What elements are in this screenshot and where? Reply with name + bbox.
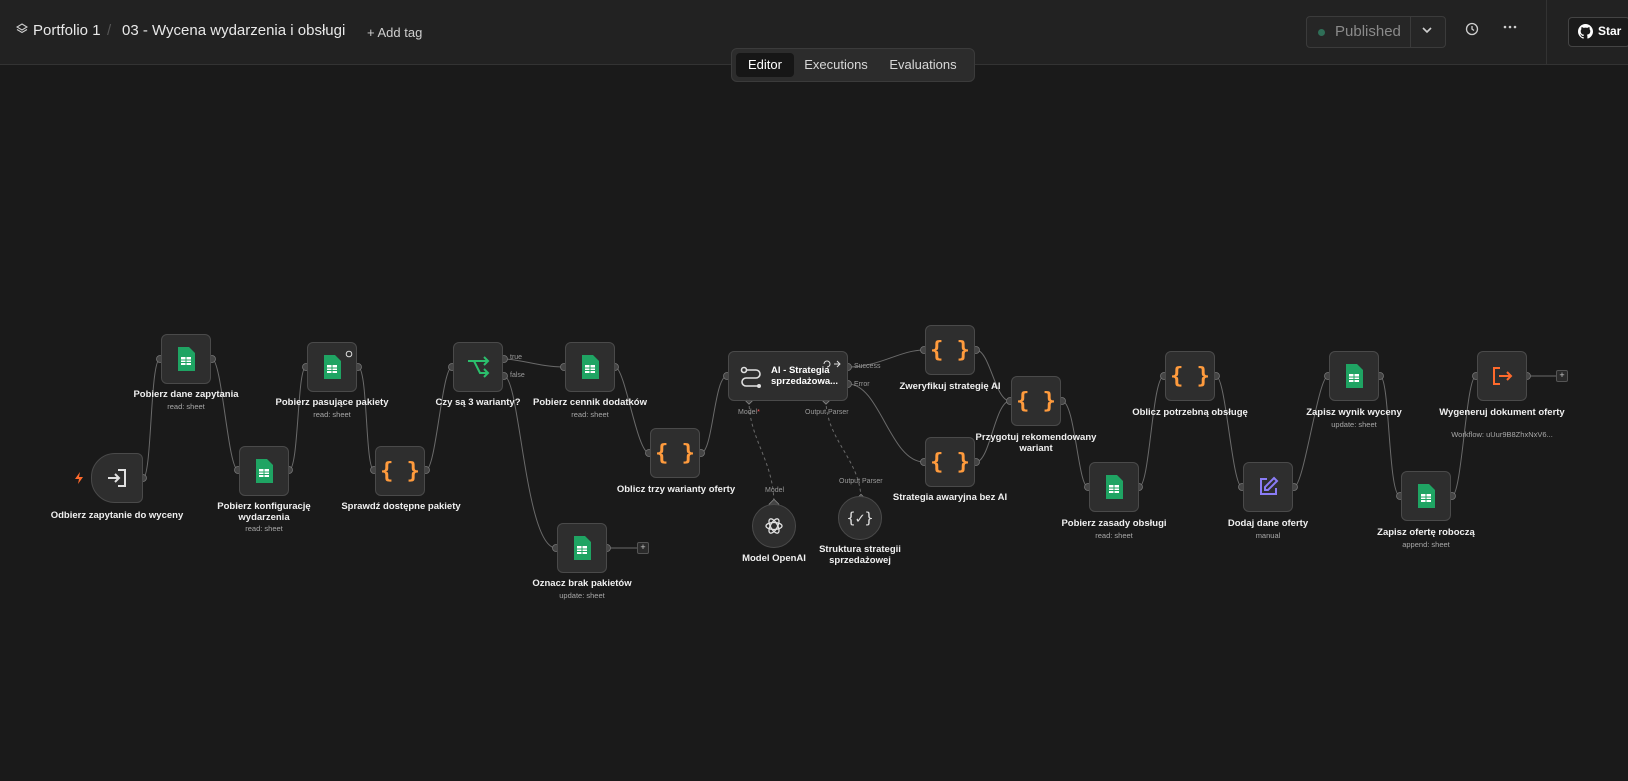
- node-label: Pobierz dane zapytania: [133, 389, 239, 400]
- add-node-button[interactable]: +: [1556, 370, 1568, 382]
- node-label: Odbierz zapytanie do wyceny: [50, 510, 184, 521]
- node-label: Zweryfikuj strategię AI: [899, 381, 1001, 392]
- node-label: Sprawdź dostępne pakiety: [341, 501, 461, 512]
- node-label: Oblicz potrzebną obsługę: [1132, 407, 1248, 418]
- node-subtitle: read: sheet: [167, 402, 205, 411]
- node-save-result[interactable]: [1329, 351, 1379, 401]
- sheets-icon: [162, 335, 210, 383]
- node-label: Strategia awaryjna bez AI: [892, 492, 1008, 503]
- sheets-icon: [558, 524, 606, 572]
- sheets-icon: [1090, 463, 1138, 511]
- trigger-bolt-icon: [74, 472, 84, 487]
- node-subtitle: manual: [1255, 531, 1281, 540]
- node-if-three-variants[interactable]: [453, 342, 503, 392]
- node-trigger[interactable]: [91, 453, 143, 503]
- node-label: Pobierz zasady obsługi: [1061, 518, 1167, 529]
- ai-agent-icon: [739, 364, 763, 393]
- loop-icon: [345, 345, 353, 363]
- openai-icon: [753, 505, 795, 547]
- node-calc-variants[interactable]: { }: [650, 428, 700, 478]
- node-get-service-rules[interactable]: [1089, 462, 1139, 512]
- node-label: Pobierz pasujące pakiety: [275, 397, 389, 408]
- model-input-label: Model*: [738, 409, 760, 416]
- node-add-offer-data[interactable]: [1243, 462, 1293, 512]
- node-subtitle: update: sheet: [559, 591, 605, 600]
- node-get-pricelist[interactable]: [565, 342, 615, 392]
- node-verify-strategy[interactable]: { }: [925, 325, 975, 375]
- code-icon: { }: [655, 440, 695, 466]
- node-label: Wygeneruj dokument oferty: [1439, 407, 1565, 418]
- node-label: Dodaj dane oferty: [1227, 518, 1309, 529]
- true-output-label: true: [510, 354, 523, 361]
- braces-icon: {✓}: [846, 509, 874, 527]
- node-label: Pobierz konfigurację wydarzenia: [217, 501, 311, 523]
- code-icon: { }: [1016, 388, 1056, 414]
- node-get-request[interactable]: [161, 334, 211, 384]
- node-save-draft[interactable]: [1401, 471, 1451, 521]
- node-label: Pobierz cennik dodatków: [532, 397, 648, 408]
- node-label: Struktura strategii sprzedażowej: [819, 544, 901, 566]
- add-node-button[interactable]: +: [637, 542, 649, 554]
- node-check-packages[interactable]: { }: [375, 446, 425, 496]
- node-ai-strategy[interactable]: AI - Strategia sprzedażowa...: [728, 351, 848, 401]
- enter-icon: [92, 454, 142, 502]
- node-label: Przygotuj rekomendowany wariant: [975, 432, 1097, 454]
- node-status-icons: [823, 355, 841, 373]
- node-label: Zapisz wynik wyceny: [1306, 407, 1402, 418]
- node-output-parser[interactable]: {✓}: [838, 496, 882, 540]
- node-get-packages[interactable]: [307, 342, 357, 392]
- node-label: Oznacz brak pakietów: [532, 578, 632, 589]
- node-mark-no-packages[interactable]: [557, 523, 607, 573]
- success-output-label: Success: [854, 363, 881, 370]
- execute-workflow-icon: [1478, 352, 1526, 400]
- node-get-config[interactable]: [239, 446, 289, 496]
- sub-node-type-label: Output Parser: [839, 478, 883, 485]
- node-subtitle: read: sheet: [245, 524, 283, 533]
- edit-icon: [1244, 463, 1292, 511]
- node-generate-doc[interactable]: [1477, 351, 1527, 401]
- parser-input-label: Output Parser: [805, 409, 849, 416]
- node-subtitle: append: sheet: [1402, 540, 1450, 549]
- sheets-icon: [240, 447, 288, 495]
- error-output-label: Error: [854, 381, 870, 388]
- sheets-icon: [566, 343, 614, 391]
- code-icon: { }: [1170, 363, 1210, 389]
- code-icon: { }: [380, 458, 420, 484]
- node-subtitle: read: sheet: [571, 410, 609, 419]
- sheets-icon: [1330, 352, 1378, 400]
- false-output-label: false: [510, 372, 525, 379]
- node-label: Zapisz ofertę roboczą: [1377, 527, 1475, 538]
- sub-node-type-label: Model: [765, 487, 785, 494]
- node-prepare-variant[interactable]: { }: [1011, 376, 1061, 426]
- if-icon: [454, 343, 502, 391]
- code-icon: { }: [930, 337, 970, 363]
- node-subtitle: update: sheet: [1331, 420, 1377, 429]
- node-label: Oblicz trzy warianty oferty: [616, 484, 736, 495]
- sheets-icon: [1402, 472, 1450, 520]
- node-subtitle: read: sheet: [313, 410, 351, 419]
- node-subtitle: Workflow: uUur9B8ZhxNxV6...: [1451, 430, 1553, 439]
- model-input-text: Model: [738, 409, 758, 416]
- node-calc-service[interactable]: { }: [1165, 351, 1215, 401]
- node-model-openai[interactable]: [752, 504, 796, 548]
- node-subtitle: read: sheet: [1095, 531, 1133, 540]
